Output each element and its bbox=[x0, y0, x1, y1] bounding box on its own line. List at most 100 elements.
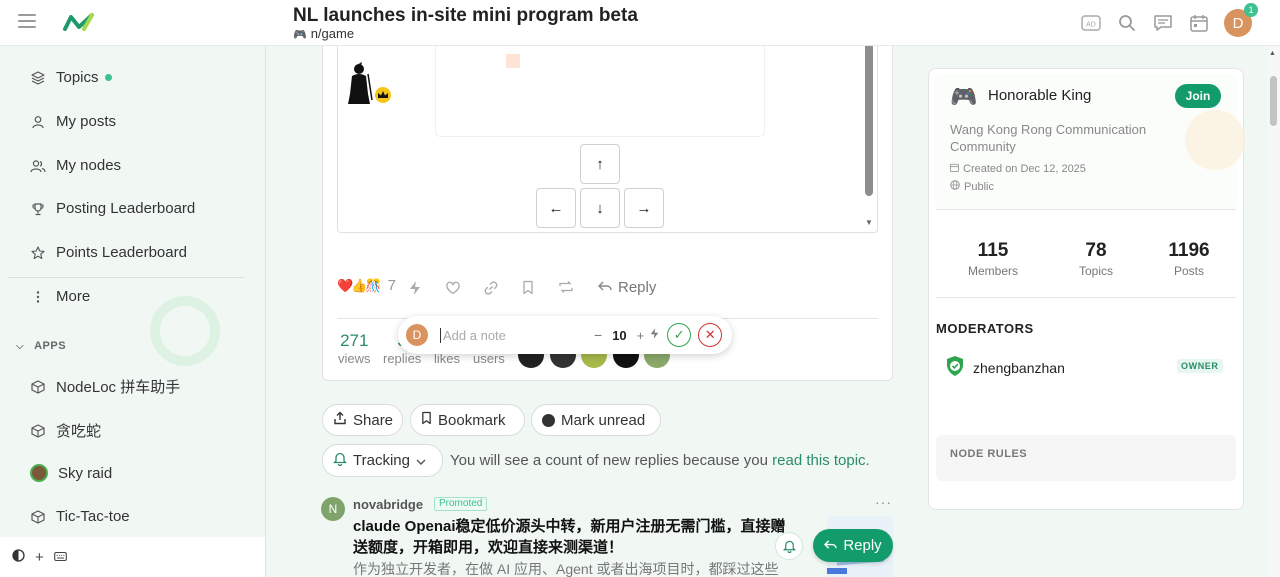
boost-bolt-icon[interactable] bbox=[409, 280, 421, 299]
user-icon bbox=[30, 114, 46, 130]
bell-icon bbox=[332, 451, 348, 470]
sidebar-app-label: NodeLoc 拼车助手 bbox=[56, 379, 181, 396]
owner-badge: OWNER bbox=[1177, 359, 1223, 373]
game-up-button[interactable]: ↑ bbox=[580, 144, 620, 184]
add-icon[interactable]: + bbox=[35, 549, 44, 566]
sidebar-app-label: Sky raid bbox=[58, 464, 113, 482]
sidebar-item-label: My nodes bbox=[56, 157, 122, 174]
game-down-button[interactable]: ↓ bbox=[580, 188, 620, 228]
sidebar-item-my-nodes[interactable]: My nodes bbox=[30, 157, 121, 174]
views-stat: 271 views bbox=[338, 331, 371, 366]
posts-stat: 1196 Posts bbox=[1149, 240, 1229, 278]
promoted-badge: Promoted bbox=[434, 497, 488, 511]
game-left-button[interactable]: ← bbox=[536, 188, 576, 228]
sidebar-app-sky-raid[interactable]: Sky raid bbox=[30, 464, 112, 482]
cube-icon bbox=[30, 379, 46, 395]
chevron-down-icon bbox=[416, 452, 426, 469]
sidebar-item-label: Posting Leaderboard bbox=[56, 200, 196, 217]
shield-check-icon bbox=[945, 355, 965, 380]
mark-unread-button[interactable]: Mark unread bbox=[531, 404, 661, 436]
globe-icon bbox=[950, 180, 960, 193]
cancel-x-icon[interactable]: ✕ bbox=[698, 323, 723, 347]
heart-icon[interactable] bbox=[445, 280, 461, 298]
cube-icon bbox=[30, 423, 46, 439]
sidebar-item-posting-leaderboard[interactable]: Posting Leaderboard bbox=[30, 200, 195, 217]
scroll-up-arrow-icon[interactable]: ▲ bbox=[1269, 50, 1276, 57]
notification-badge: 1 bbox=[1244, 3, 1258, 17]
read-topic-link[interactable]: read this topic. bbox=[772, 452, 870, 469]
category-label[interactable]: n/game bbox=[311, 26, 354, 41]
hamburger-menu-icon[interactable] bbox=[18, 14, 36, 28]
bookmark-icon bbox=[421, 411, 432, 429]
scroll-down-arrow-icon[interactable]: ▼ bbox=[865, 218, 873, 227]
link-icon[interactable] bbox=[483, 280, 499, 299]
keyboard-icon[interactable] bbox=[53, 550, 67, 565]
members-stat: 115 Members bbox=[953, 240, 1033, 278]
members-count: 115 bbox=[977, 240, 1009, 261]
chat-icon[interactable] bbox=[1152, 12, 1174, 34]
frame-scrollbar[interactable] bbox=[865, 46, 873, 196]
sidebar-item-points-leaderboard[interactable]: Points Leaderboard bbox=[30, 244, 187, 261]
promo-username[interactable]: novabridge bbox=[353, 497, 423, 512]
decorative-circle bbox=[150, 296, 220, 366]
bookmark-button[interactable]: Bookmark bbox=[410, 404, 525, 436]
decrement-button[interactable]: − bbox=[594, 327, 602, 343]
reply-arrow-icon bbox=[824, 537, 837, 554]
ad-icon[interactable]: AD bbox=[1080, 12, 1102, 34]
sidebar-app-snake[interactable]: 贪吃蛇 bbox=[30, 420, 101, 441]
apps-section-header[interactable]: ⌵ APPS bbox=[16, 340, 66, 352]
retweet-icon[interactable] bbox=[558, 280, 574, 297]
gamepad-icon: 🎮 bbox=[950, 84, 978, 109]
more-options-icon[interactable]: ··· bbox=[875, 494, 892, 510]
reply-button[interactable]: Reply bbox=[598, 279, 656, 296]
sidebar-item-more[interactable]: More bbox=[30, 288, 90, 305]
views-count: 271 bbox=[340, 331, 369, 350]
sidebar-app-tic-tac-toe[interactable]: Tic-Tac-toe bbox=[30, 508, 130, 525]
note-input[interactable] bbox=[440, 327, 590, 343]
share-icon bbox=[333, 411, 347, 429]
sidebar-item-my-posts[interactable]: My posts bbox=[30, 113, 116, 130]
reaction-emojis: ❤️👍🎊 bbox=[337, 277, 382, 293]
reply-fab-button[interactable]: Reply bbox=[813, 529, 893, 562]
game-right-button[interactable]: → bbox=[624, 188, 664, 228]
trophy-icon bbox=[30, 201, 46, 217]
views-label: views bbox=[338, 351, 371, 366]
topic-category[interactable]: 🎮 n/game bbox=[293, 26, 354, 41]
created-date: Created on Dec 12, 2025 bbox=[963, 163, 1086, 175]
layers-icon bbox=[30, 70, 46, 86]
confirm-check-icon[interactable]: ✓ bbox=[667, 323, 692, 347]
divider bbox=[936, 209, 1236, 210]
reply-arrow-icon bbox=[598, 279, 612, 296]
tracking-description: You will see a count of new replies beca… bbox=[450, 452, 870, 469]
notification-bell-icon[interactable] bbox=[775, 532, 803, 560]
topic-title[interactable]: NL launches in-site mini program beta bbox=[293, 5, 638, 27]
calendar-icon[interactable] bbox=[1188, 12, 1210, 34]
topics-stat: 78 Topics bbox=[1056, 240, 1136, 278]
reply-label: Reply bbox=[618, 279, 657, 296]
boost-note-popup: D − 10 + ✓ ✕ bbox=[398, 316, 732, 354]
join-button[interactable]: Join bbox=[1175, 84, 1221, 108]
boost-amount: 10 bbox=[612, 327, 627, 343]
posts-count: 1196 bbox=[1168, 240, 1210, 261]
sidebar-app-nodeloc[interactable]: NodeLoc 拼车助手 bbox=[30, 376, 180, 397]
node-name[interactable]: Honorable King bbox=[988, 87, 1091, 104]
reactions[interactable]: ❤️👍🎊 7 bbox=[337, 277, 396, 294]
cube-icon bbox=[30, 509, 46, 525]
page-scrollbar-thumb[interactable] bbox=[1270, 76, 1277, 126]
share-button[interactable]: Share bbox=[322, 404, 403, 436]
tracking-dropdown[interactable]: Tracking bbox=[322, 444, 443, 477]
theme-toggle-icon[interactable] bbox=[12, 549, 25, 565]
moderator-row[interactable]: zhengbanzhan bbox=[945, 355, 1065, 380]
search-icon[interactable] bbox=[1116, 12, 1138, 34]
tracking-text: You will see a count of new replies beca… bbox=[450, 452, 773, 469]
bookmark-icon[interactable] bbox=[522, 280, 534, 298]
user-avatar[interactable]: D1 bbox=[1224, 3, 1258, 37]
node-visibility: Public bbox=[950, 180, 994, 193]
game-board[interactable] bbox=[435, 46, 765, 137]
promo-title[interactable]: claude Openai稳定低价源头中转，新用户注册无需门槛，直接赠送额度，开… bbox=[353, 516, 793, 558]
promo-avatar[interactable]: N bbox=[321, 497, 345, 521]
increment-button[interactable]: + bbox=[637, 328, 645, 343]
site-logo[interactable] bbox=[62, 10, 96, 39]
chevron-down-icon: ⌵ bbox=[16, 340, 25, 352]
sidebar-item-topics[interactable]: Topics bbox=[30, 69, 112, 86]
